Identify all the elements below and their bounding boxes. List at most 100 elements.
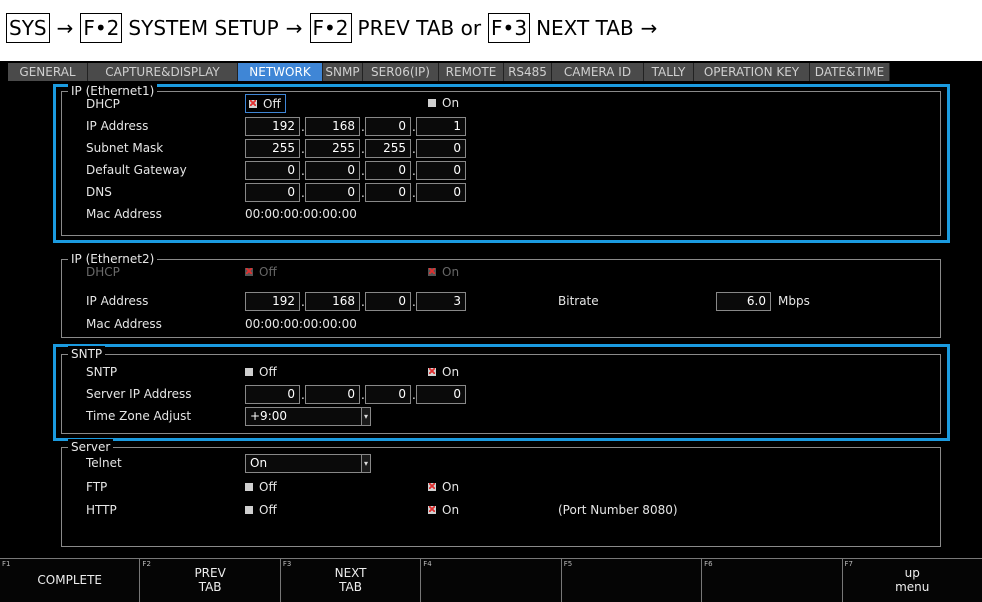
f4-key[interactable]: F4	[420, 558, 561, 602]
mac2-address-value: 00:00:00:00:00:00	[245, 317, 357, 331]
next-tab-text: NEXT TAB	[536, 16, 634, 40]
ftp-on-checkbox[interactable]: On	[428, 478, 459, 496]
ip-octet-1[interactable]: 192	[245, 117, 300, 136]
dhcp-off-checkbox[interactable]: Off	[245, 94, 286, 113]
dns-octet-4[interactable]: 0	[416, 183, 466, 202]
checkbox-icon	[245, 368, 253, 376]
ftp-label: FTP	[86, 480, 108, 494]
sntp-title: SNTP	[68, 346, 106, 362]
function-key-bar: F1 COMPLETE F2 PREV TAB F3 NEXT TAB F4 F5 F…	[0, 558, 982, 602]
ethernet1-group: IP (Ethernet1)	[61, 83, 941, 236]
gateway-octet-3[interactable]: 0	[365, 161, 411, 180]
sntp-off-checkbox[interactable]: Off	[245, 363, 277, 381]
http-on-checkbox[interactable]: On	[428, 501, 459, 519]
prev-tab-text: PREV TAB or	[357, 16, 482, 40]
bitrate-field[interactable]: 6.0	[716, 292, 771, 311]
dropdown-arrow-icon: ▾	[361, 408, 370, 425]
dhcp2-on-checkbox: On	[428, 263, 459, 281]
sntp-label: SNTP	[86, 365, 118, 379]
system-setup-text: SYSTEM SETUP	[128, 16, 279, 40]
breadcrumb: SYS → F•2 SYSTEM SETUP → F•2 PREV TAB or…	[6, 12, 664, 44]
f3-next-tab-key[interactable]: F3 NEXT TAB	[279, 558, 421, 602]
server-ip-octet-1[interactable]: 0	[245, 385, 300, 404]
dns-octet-3[interactable]: 0	[365, 183, 411, 202]
tab-date-time[interactable]: DATE&TIME	[810, 63, 890, 81]
server-title: Server	[68, 439, 114, 455]
bitrate-unit: Mbps	[778, 294, 810, 308]
dhcp2-label: DHCP	[86, 265, 120, 279]
http-off-checkbox[interactable]: Off	[245, 501, 277, 519]
mac2-address-label: Mac Address	[86, 317, 162, 331]
telnet-select[interactable]: On ▾	[245, 454, 371, 473]
subnet-octet-2[interactable]: 255	[305, 139, 360, 158]
server-ip-octet-3[interactable]: 0	[365, 385, 411, 404]
default-gateway-label: Default Gateway	[86, 163, 187, 177]
f2-key: F•2	[80, 13, 123, 43]
mac-address-value: 00:00:00:00:00:00	[245, 207, 357, 221]
time-zone-label: Time Zone Adjust	[86, 409, 192, 423]
f7-up-menu-key[interactable]: F7 up menu	[841, 558, 982, 602]
mac-address-label: Mac Address	[86, 207, 162, 221]
arrow-icon: →	[640, 16, 658, 40]
subnet-octet-3[interactable]: 255	[365, 139, 411, 158]
device-screen: GENERAL CAPTURE&DISPLAY NETWORK SNMP SER…	[0, 61, 982, 602]
checkbox-icon	[428, 368, 436, 376]
checkbox-icon	[245, 506, 253, 514]
tab-rs485[interactable]: RS485	[504, 63, 552, 81]
server-group: Server	[61, 439, 941, 547]
gateway-octet-4[interactable]: 0	[416, 161, 466, 180]
ip2-address-label: IP Address	[86, 294, 149, 308]
f2-key: F•2	[309, 13, 352, 43]
ip-octet-3[interactable]: 0	[365, 117, 411, 136]
dns-octet-1[interactable]: 0	[245, 183, 300, 202]
dropdown-arrow-icon: ▾	[361, 455, 370, 472]
f6-key[interactable]: F6	[701, 558, 842, 602]
time-zone-select[interactable]: +9:00 ▾	[245, 407, 371, 426]
checkbox-icon	[428, 268, 436, 276]
tab-capture-display[interactable]: CAPTURE&DISPLAY	[88, 63, 238, 81]
subnet-octet-4[interactable]: 0	[416, 139, 466, 158]
sntp-on-checkbox[interactable]: On	[428, 363, 459, 381]
server-ip-octet-2[interactable]: 0	[305, 385, 360, 404]
dns-octet-2[interactable]: 0	[305, 183, 360, 202]
ip2-octet-2[interactable]: 168	[305, 292, 360, 311]
ftp-off-checkbox[interactable]: Off	[245, 478, 277, 496]
tab-tally[interactable]: TALLY	[644, 63, 694, 81]
tab-network[interactable]: NETWORK	[238, 63, 323, 81]
ip-octet-2[interactable]: 168	[305, 117, 360, 136]
tab-ser06[interactable]: SER06(IP)	[363, 63, 439, 81]
checkbox-icon	[249, 99, 257, 108]
dhcp2-off-checkbox: Off	[245, 263, 277, 281]
dns-label: DNS	[86, 185, 112, 199]
f2-prev-tab-key[interactable]: F2 PREV TAB	[139, 558, 280, 602]
arrow-icon: →	[285, 16, 303, 40]
gateway-octet-1[interactable]: 0	[245, 161, 300, 180]
http-label: HTTP	[86, 503, 117, 517]
subnet-mask-label: Subnet Mask	[86, 141, 164, 155]
f3-key: F•3	[488, 13, 531, 43]
ip-address-label: IP Address	[86, 119, 149, 133]
dhcp-label: DHCP	[86, 97, 120, 111]
tab-snmp[interactable]: SNMP	[323, 63, 363, 81]
gateway-octet-2[interactable]: 0	[305, 161, 360, 180]
tab-remote[interactable]: REMOTE	[439, 63, 504, 81]
ip-octet-4[interactable]: 1	[416, 117, 466, 136]
arrow-icon: →	[56, 16, 74, 40]
f5-key[interactable]: F5	[560, 558, 702, 602]
tab-operation-key[interactable]: OPERATION KEY	[694, 63, 810, 81]
tab-bar: GENERAL CAPTURE&DISPLAY NETWORK SNMP SER…	[8, 63, 890, 81]
bitrate-label: Bitrate	[558, 294, 599, 308]
tab-general[interactable]: GENERAL	[8, 63, 88, 81]
f1-complete-key[interactable]: F1 COMPLETE	[0, 558, 140, 602]
server-ip-octet-4[interactable]: 0	[416, 385, 466, 404]
ip2-octet-1[interactable]: 192	[245, 292, 300, 311]
network-panel: IP (Ethernet1) DHCP Off On IP Address 19…	[0, 81, 982, 555]
tab-camera-id[interactable]: CAMERA ID	[552, 63, 644, 81]
dhcp-on-checkbox[interactable]: On	[428, 94, 459, 112]
ip2-octet-3[interactable]: 0	[365, 292, 411, 311]
subnet-octet-1[interactable]: 255	[245, 139, 300, 158]
port-number-note: (Port Number 8080)	[558, 503, 678, 517]
ip2-octet-4[interactable]: 3	[416, 292, 466, 311]
checkbox-icon	[428, 483, 436, 491]
server-ip-label: Server IP Address	[86, 387, 192, 401]
